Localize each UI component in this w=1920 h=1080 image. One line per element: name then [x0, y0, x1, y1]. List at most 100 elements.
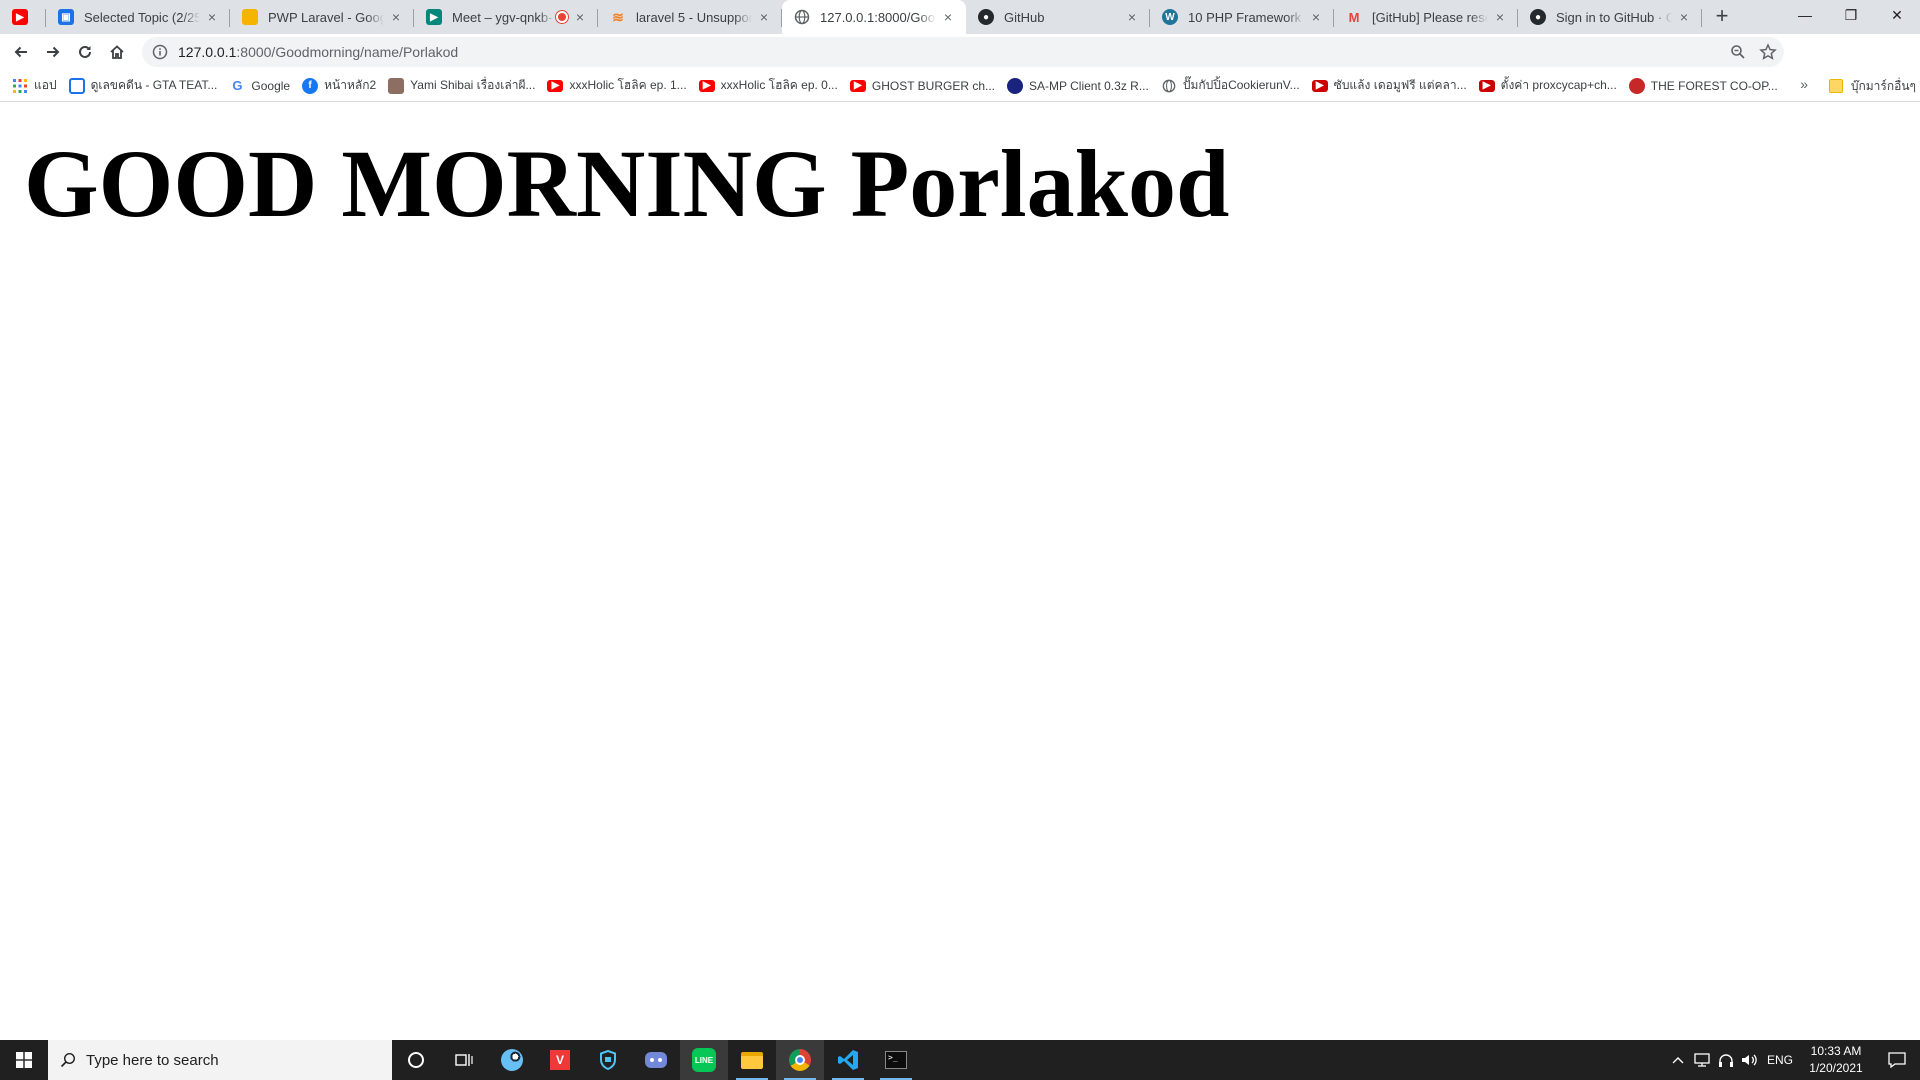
clock[interactable]: 10:33 AM 1/20/2021 [1798, 1043, 1874, 1077]
discord-icon [645, 1052, 667, 1068]
close-icon[interactable]: × [940, 9, 956, 25]
network-icon[interactable] [1690, 1040, 1714, 1080]
vivaldi-icon: V [550, 1050, 570, 1070]
clock-date: 1/20/2021 [1809, 1061, 1863, 1075]
line-app[interactable]: LINE [680, 1040, 728, 1080]
bookmark-item[interactable]: THE FOREST CO-OP... [1623, 72, 1784, 100]
close-icon[interactable]: × [756, 9, 772, 25]
bookmark-item[interactable]: ▶ xxxHolic โฮลิค ep. 1... [541, 72, 692, 100]
tab-title: GitHub [1004, 9, 1045, 25]
other-bookmarks[interactable]: บุ๊กมาร์กอื่นๆ [1828, 70, 1920, 102]
chrome-app[interactable] [776, 1040, 824, 1080]
arrow-left-icon [14, 46, 27, 58]
bookmark-apps[interactable]: แอป [0, 72, 63, 100]
bookmark-star-icon[interactable] [1758, 42, 1778, 62]
language-indicator[interactable]: ENG [1762, 1053, 1798, 1067]
close-icon[interactable]: × [1492, 9, 1508, 25]
cortana-button[interactable] [392, 1040, 440, 1080]
youtube-icon: ▶ [12, 9, 28, 25]
bookmark-label: Google [251, 78, 291, 93]
vscode-app[interactable] [824, 1040, 872, 1080]
back-button[interactable] [6, 37, 36, 67]
close-icon[interactable]: × [572, 9, 588, 25]
bookmark-label: THE FOREST CO-OP... [1650, 78, 1778, 93]
file-explorer-app[interactable] [728, 1040, 776, 1080]
bookmark-label: ดูเลขคดีน - GTA TEAT... [90, 78, 218, 92]
bookmark-item[interactable]: G Google [223, 72, 296, 100]
chevron-up-icon[interactable] [1666, 1040, 1690, 1080]
calendar-icon [68, 77, 85, 94]
tab-meet[interactable]: ▶ Meet – ygv-qnkb- × [414, 0, 598, 34]
close-window-button[interactable]: ✕ [1874, 0, 1920, 30]
tab-selected-topic[interactable]: ▣ Selected Topic (2/2563) × [46, 0, 230, 34]
slides-icon [242, 9, 258, 25]
taskbar-search[interactable]: Type here to search [48, 1040, 392, 1080]
task-view-button[interactable] [440, 1040, 488, 1080]
close-icon[interactable]: × [204, 9, 220, 25]
tab-github[interactable]: ● GitHub × [966, 0, 1150, 34]
home-button[interactable] [102, 37, 132, 67]
tab-localhost[interactable]: 127.0.0.1:8000/Goodm × [782, 0, 966, 34]
google-icon: G [232, 78, 243, 93]
bookmark-item[interactable]: Yami Shibai เรื่องเล่าผี... [382, 72, 541, 100]
bookmark-label: ปั๊มกัปปิ้อCookierunV... [1182, 78, 1300, 92]
bookmarks-overflow-button[interactable]: » [1800, 76, 1808, 92]
volume-icon[interactable] [1738, 1040, 1762, 1080]
tab-title: 127.0.0.1:8000/Goodm [820, 9, 936, 25]
youtube-icon: ▶ [1311, 79, 1328, 92]
bookmark-item[interactable]: SA-MP Client 0.3z R... [1001, 72, 1155, 100]
steam-app[interactable] [488, 1040, 536, 1080]
close-icon[interactable]: × [1308, 9, 1324, 25]
discord-app[interactable] [632, 1040, 680, 1080]
zoom-icon[interactable] [1728, 42, 1748, 62]
tab-pwp-laravel[interactable]: PWP Laravel - Google Slides × [230, 0, 414, 34]
start-button[interactable] [0, 1040, 48, 1080]
tab-youtube[interactable]: ▶ [0, 0, 46, 34]
vivaldi-app[interactable]: V [536, 1040, 584, 1080]
line-icon: LINE [692, 1048, 716, 1072]
minimize-button[interactable]: — [1782, 0, 1828, 30]
tab-php-framework[interactable]: W 10 PHP Framework ที่นิ × [1150, 0, 1334, 34]
gmail-icon: M [1348, 9, 1360, 25]
recording-icon [556, 11, 568, 23]
headphones-icon[interactable] [1714, 1040, 1738, 1080]
windows-icon [16, 1052, 32, 1068]
terminal-app[interactable]: >_ [872, 1040, 920, 1080]
close-icon[interactable]: × [1676, 9, 1692, 25]
globe-icon [794, 9, 810, 25]
search-icon [60, 1052, 76, 1068]
notifications-button[interactable] [1874, 1040, 1920, 1080]
restore-button[interactable]: ❐ [1828, 0, 1874, 30]
url-host: 127.0.0.1 [178, 44, 237, 60]
bookmark-item[interactable]: ▶ ตั้งค่า proxcycap+ch... [1473, 72, 1623, 100]
close-icon[interactable]: × [388, 9, 404, 25]
bookmark-item[interactable]: ▶ ซับแล้ง เดอมูฟรี แต่คลา... [1306, 72, 1473, 100]
bookmark-item[interactable]: ปั๊มกัปปิ้อCookierunV... [1155, 72, 1306, 100]
site-info-icon[interactable] [150, 42, 170, 62]
arrow-right-icon [47, 46, 60, 58]
bookmark-label: Yami Shibai เรื่องเล่าผี... [410, 78, 536, 92]
browser-toolbar: 127.0.0.1:8000/Goodmorning/name/Porlakod… [0, 34, 1920, 97]
reload-button[interactable] [70, 37, 100, 67]
anime-icon [388, 77, 405, 94]
bookmark-item[interactable]: f หน้าหลัก2 [296, 72, 382, 100]
tab-github-signin[interactable]: ● Sign in to GitHub · GitHub × [1518, 0, 1702, 34]
window-controls: — ❐ ✕ [1782, 0, 1920, 30]
bookmark-item[interactable]: ดูเลขคดีน - GTA TEAT... [63, 72, 224, 100]
tab-gmail-github-reset[interactable]: M [GitHub] Please reset y × [1334, 0, 1518, 34]
samp-icon [1007, 77, 1023, 94]
github-icon: ● [1530, 9, 1546, 25]
forward-button[interactable] [38, 37, 68, 67]
home-icon [110, 45, 124, 59]
bookmark-item[interactable]: ▶ GHOST BURGER ch... [844, 72, 1001, 100]
task-view-icon [455, 1054, 473, 1066]
bookmark-label: xxxHolic โฮลิค ep. 1... [569, 78, 687, 92]
bookmark-label: SA-MP Client 0.3z R... [1029, 78, 1149, 93]
new-tab-button[interactable]: + [1708, 3, 1736, 31]
url-text[interactable]: 127.0.0.1:8000/Goodmorning/name/Porlakod [178, 44, 458, 60]
address-bar[interactable]: 127.0.0.1:8000/Goodmorning/name/Porlakod [142, 37, 1784, 67]
tab-laravel-stackoverflow[interactable]: ≋ laravel 5 - Unsupported × [598, 0, 782, 34]
bookmark-item[interactable]: ▶ xxxHolic โฮลิค ep. 0... [693, 72, 844, 100]
defender-app[interactable] [584, 1040, 632, 1080]
close-icon[interactable]: × [1124, 9, 1140, 25]
